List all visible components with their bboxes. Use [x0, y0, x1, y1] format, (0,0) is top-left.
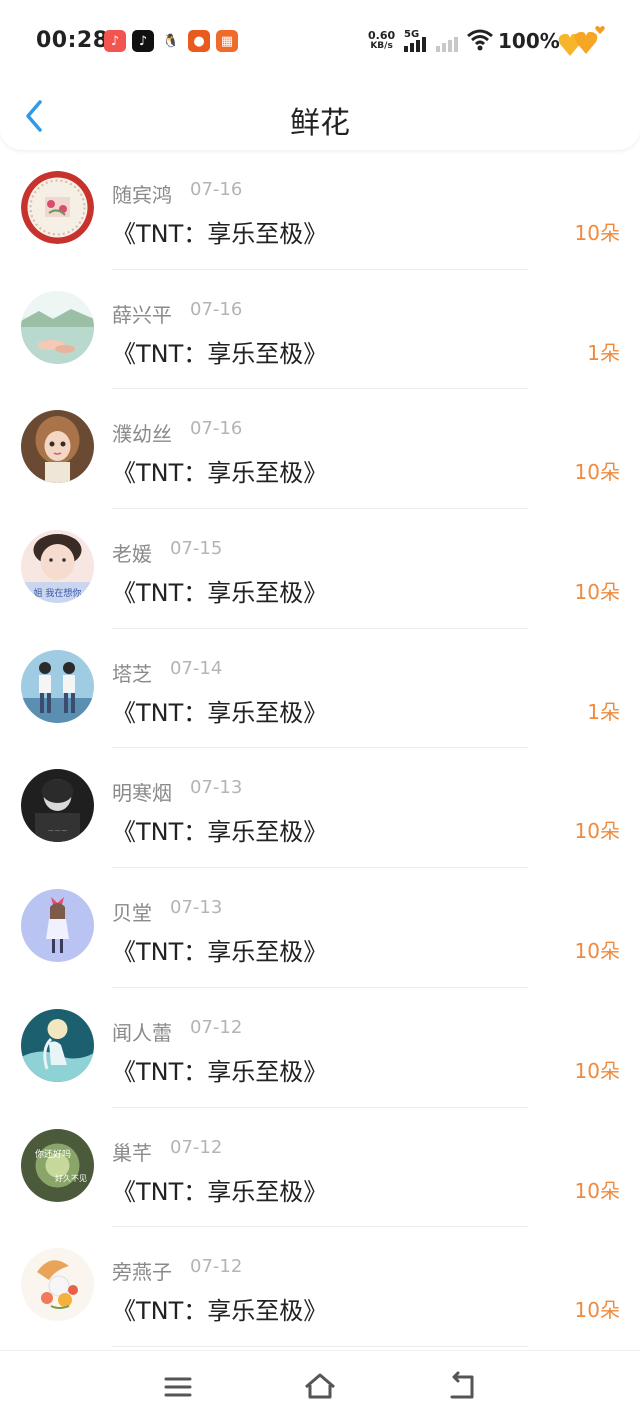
flower-count: 10朵: [574, 819, 620, 844]
record-date: 07-16: [190, 418, 243, 440]
signal-strength-2-icon: [436, 30, 458, 52]
user-name: 薛兴平: [112, 302, 172, 327]
user-name: 濮幼丝: [112, 422, 172, 447]
network-speed: 0.60 KB/s: [368, 30, 395, 52]
book-title: 《TNT：享乐至极》: [112, 220, 328, 248]
wifi-icon: [467, 29, 493, 51]
avatar[interactable]: ~~~: [21, 769, 94, 843]
list-item[interactable]: 闻人蕾 07-12 《TNT：享乐至极》 10朵: [0, 988, 640, 1108]
qq-penguin-icon: 🐧: [160, 30, 182, 52]
book-title: 《TNT：享乐至极》: [112, 1297, 328, 1326]
book-title: 《TNT：享乐至极》: [112, 818, 328, 847]
record-date: 07-16: [190, 179, 243, 200]
system-nav-bar: [0, 1350, 640, 1423]
avatar[interactable]: [21, 290, 94, 364]
avatar[interactable]: [21, 171, 94, 244]
page-title: 鲜花: [290, 106, 350, 141]
pumpkin-app-icon: ●: [188, 30, 210, 52]
record-date: 07-13: [170, 897, 223, 919]
avatar[interactable]: [21, 649, 94, 723]
record-date: 07-12: [190, 1256, 243, 1278]
list-item[interactable]: 随宾鸿 07-16 《TNT：享乐至极》 10朵: [0, 150, 640, 270]
record-date: 07-16: [190, 298, 243, 320]
record-date: 07-14: [170, 657, 223, 679]
signal-strength-icon: [404, 30, 426, 52]
flower-record-list: 随宾鸿 07-16 《TNT：享乐至极》 10朵 薛兴平 07-16 《TNT：享乐至极》 1…: [0, 150, 640, 1347]
record-date: 07-13: [190, 777, 243, 799]
flower-count: 10朵: [574, 460, 620, 485]
user-name: 塔芝: [112, 661, 152, 686]
flower-count: 10朵: [574, 221, 620, 245]
record-date: 07-12: [190, 1016, 243, 1038]
avatar[interactable]: [21, 410, 94, 484]
flower-count: 10朵: [574, 939, 620, 964]
hearts-icon: [558, 26, 605, 56]
user-name: 随宾鸿: [112, 183, 172, 207]
list-item[interactable]: 旁燕子 07-12 《TNT：享乐至极》 10朵: [0, 1227, 640, 1347]
home-icon[interactable]: [302, 1369, 338, 1405]
notification-icons: ♪ ♪ 🐧 ● ▦: [104, 30, 238, 52]
flower-count: 1朵: [587, 340, 620, 365]
book-title: 《TNT：享乐至极》: [112, 579, 328, 608]
book-title: 《TNT：享乐至极》: [112, 1177, 328, 1206]
svg-text:你还好吗: 你还好吗: [35, 1148, 71, 1160]
flower-count: 10朵: [574, 1298, 620, 1323]
list-item[interactable]: 姐 我在想你 老媛 07-15 《TNT：享乐至极》 10朵: [0, 509, 640, 629]
avatar[interactable]: [21, 1248, 94, 1322]
network-speed-value: 0.60: [368, 29, 396, 42]
flower-count: 10朵: [574, 580, 620, 605]
status-time: 00:28: [36, 28, 109, 53]
user-name: 巢芊: [112, 1140, 152, 1165]
book-title: 《TNT：享乐至极》: [112, 1057, 328, 1086]
avatar[interactable]: [21, 1008, 94, 1082]
list-item[interactable]: ~~~ 明寒烟 07-13 《TNT：享乐至极》 10朵: [0, 748, 640, 869]
flower-count: 1朵: [587, 699, 620, 724]
network-speed-unit: KB/s: [370, 41, 393, 51]
avatar[interactable]: 姐 我在想你: [21, 530, 94, 604]
user-name: 旁燕子: [112, 1260, 172, 1285]
book-title: 《TNT：享乐至极》: [112, 459, 328, 488]
row-divider: [112, 1345, 528, 1347]
book-title: 《TNT：享乐至极》: [112, 339, 328, 368]
record-date: 07-15: [170, 538, 223, 560]
battery-level: 100%: [498, 29, 560, 53]
menu-icon[interactable]: [160, 1369, 196, 1405]
grid-app-icon: ▦: [216, 30, 238, 52]
user-name: 明寒烟: [112, 781, 172, 806]
tiktok-app-icon: ♪: [132, 30, 154, 52]
list-item[interactable]: 薛兴平 07-16 《TNT：享乐至极》 1朵: [0, 270, 640, 390]
list-item[interactable]: 塔芝 07-14 《TNT：享乐至极》 1朵: [0, 629, 640, 749]
record-date: 07-12: [170, 1136, 223, 1158]
avatar[interactable]: [21, 889, 94, 963]
list-item[interactable]: 你还好吗 好久不见 巢芊 07-12 《TNT：享乐至极》 10朵: [0, 1108, 640, 1228]
user-name: 贝堂: [112, 901, 152, 926]
user-name: 老媛: [112, 542, 152, 567]
list-item[interactable]: 濮幼丝 07-16 《TNT：享乐至极》 10朵: [0, 389, 640, 510]
user-name: 闻人蕾: [112, 1020, 172, 1045]
avatar[interactable]: 你还好吗好久不见: [21, 1128, 94, 1202]
flower-count: 10朵: [574, 1178, 620, 1203]
status-bar: 00:28 ♪ ♪ 🐧 ● ▦ 0.60 KB/s 5G 100%: [0, 0, 640, 84]
svg-text:~~~: ~~~: [47, 826, 67, 835]
book-title: 《TNT：享乐至极》: [112, 698, 328, 727]
back-nav-icon[interactable]: [444, 1369, 480, 1405]
list-item[interactable]: 贝堂 07-13 《TNT：享乐至极》 10朵: [0, 868, 640, 988]
svg-text:好久不见: 好久不见: [55, 1173, 87, 1183]
flower-count: 10朵: [574, 1058, 620, 1083]
book-title: 《TNT：享乐至极》: [112, 938, 328, 967]
music-app-icon: ♪: [104, 30, 126, 52]
page-header: 鲜花: [0, 84, 640, 150]
svg-text:姐 我在想你: 姐 我在想你: [34, 587, 82, 599]
